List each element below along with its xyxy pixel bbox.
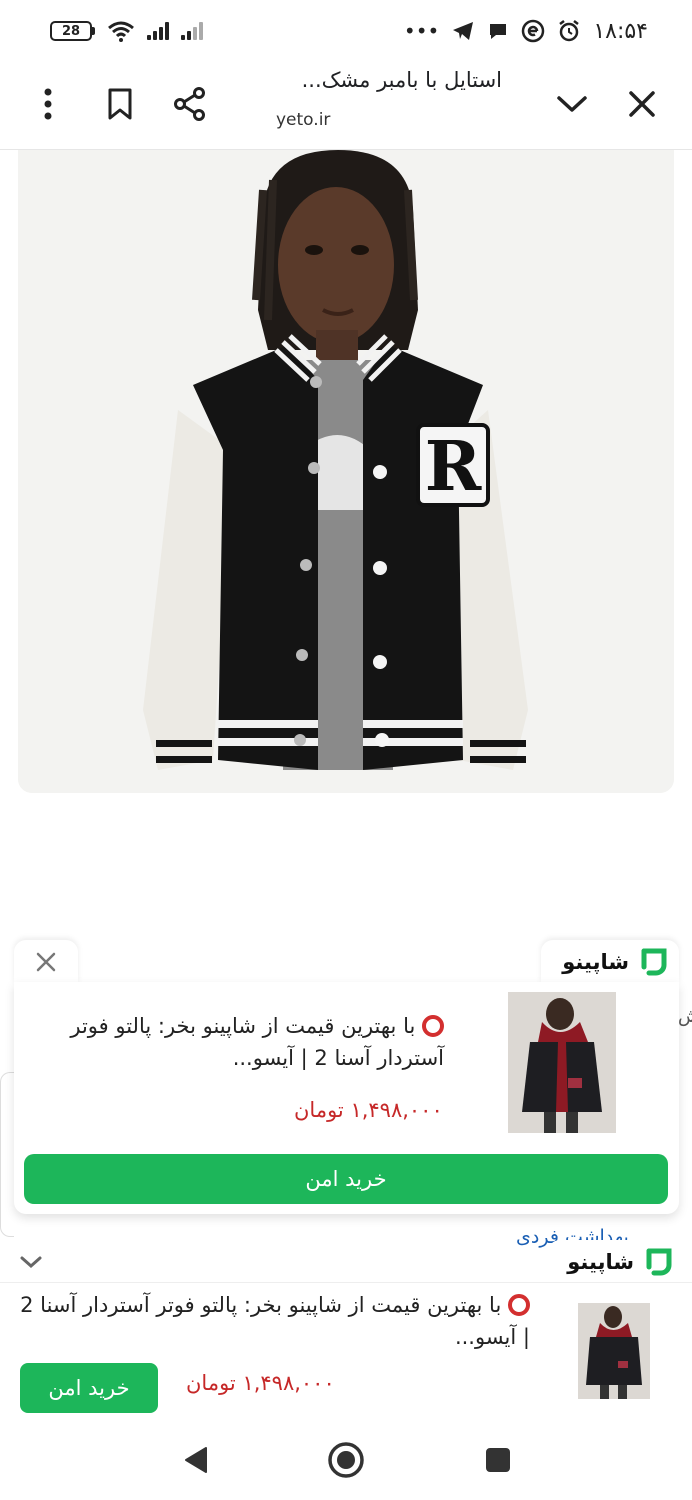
coat-product-illustration [508,992,616,1133]
alarm-icon [559,20,580,42]
jacket-patch-letter: R [425,427,482,507]
sticky-ad-collapse-button[interactable] [0,1240,62,1284]
status-bar: 28 ••• ۱۸:۵۴ [0,0,692,62]
sticky-ad[interactable]: با بهترین قیمت از شاپینو بخر: پالتو فوتر… [0,1282,692,1418]
signal-icon [147,22,169,40]
shopino-logo-icon [646,1248,672,1276]
home-circle-icon [328,1442,364,1478]
share-button[interactable] [164,78,216,130]
ad-close-button[interactable] [14,940,78,984]
close-icon [629,91,655,117]
varsity-jacket-illustration: R [18,150,674,793]
bookmark-icon [108,88,132,120]
telegram-icon [453,22,474,40]
background-text-fragment: اش [678,1006,692,1027]
close-icon [36,952,56,972]
sticky-ad-description-text: با بهترین قیمت از شاپینو بخر: پالتو فوتر… [20,1293,530,1349]
wifi-icon [108,21,134,42]
browser-header: استایل با بامبر مشک... yeto.ir [0,62,692,150]
battery-level: 28 [50,21,92,41]
chevron-down-icon [20,1256,42,1269]
status-left: 28 [50,20,203,42]
shopino-logo-icon [641,948,667,976]
sticky-ad-price: ۱,۴۹۸,۰۰۰ تومان [186,1371,335,1395]
more-vert-icon [44,88,52,120]
nav-recents-button[interactable] [476,1438,520,1482]
sticky-ad-brand-name: شاپینو [567,1250,634,1274]
chevron-down-icon [557,96,587,112]
page-domain: yeto.ir [276,110,331,130]
article-image: R [18,150,674,793]
status-right: ••• ۱۸:۵۴ [404,19,648,44]
clock: ۱۸:۵۴ [593,18,648,44]
ad-card[interactable]: با بهترین قیمت از شاپینو بخر: پالتو فوتر… [14,982,679,1214]
secure-buy-button[interactable]: خرید امن [24,1154,668,1204]
app-e-icon [522,19,545,43]
battery-icon: 28 [50,21,95,41]
coat-product-illustration [578,1303,650,1399]
ad-description-text: با بهترین قیمت از شاپینو بخر: پالتو فوتر… [70,1014,444,1070]
close-button[interactable] [616,78,668,130]
more-notifications-icon: ••• [403,19,440,43]
bookmark-button[interactable] [94,78,146,130]
sticky-ad-product-image [578,1303,650,1399]
overflow-menu-button[interactable] [22,78,74,130]
ad-brand-name: شاپینو [562,950,629,974]
minimize-button[interactable] [546,78,598,130]
ad-product-image [508,992,616,1133]
nav-back-button[interactable] [174,1438,218,1482]
page-title: استایل با بامبر مشک... [301,68,502,92]
background-panel [0,1072,14,1237]
recents-square-icon [486,1448,510,1472]
sticky-ad-brand-tab[interactable]: شاپینو [548,1240,684,1284]
back-triangle-icon [185,1447,207,1473]
nav-home-button[interactable] [324,1438,368,1482]
share-icon [174,87,205,121]
ad-description: با بهترین قیمت از شاپینو بخر: پالتو فوتر… [34,1010,444,1074]
system-nav-bar [0,1418,692,1500]
sticky-ad-description: با بهترین قیمت از شاپینو بخر: پالتو فوتر… [20,1289,530,1353]
signal-2-icon [181,22,203,40]
sticky-secure-buy-button[interactable]: خرید امن [20,1363,158,1413]
chat-icon [490,24,507,39]
red-circle-icon [508,1294,530,1316]
ad-brand-tab[interactable]: شاپینو [541,940,679,984]
red-circle-icon [422,1015,444,1037]
ad-price: ۱,۴۹۸,۰۰۰ تومان [294,1098,443,1122]
